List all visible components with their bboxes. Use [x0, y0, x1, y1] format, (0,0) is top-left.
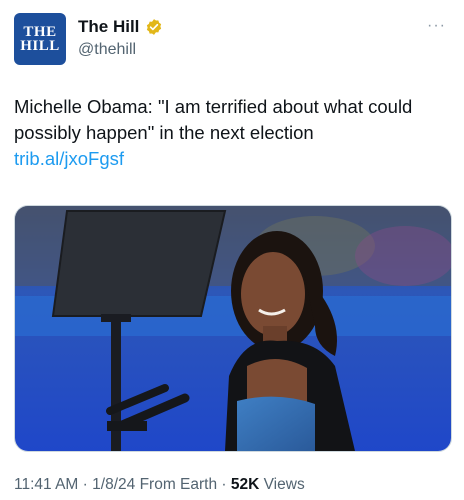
- display-name[interactable]: The Hill: [78, 17, 139, 37]
- handle[interactable]: @thehill: [78, 41, 136, 59]
- tweet-body: Michelle Obama: "I am terrified about wh…: [14, 96, 413, 143]
- tweet-source: From Earth: [139, 476, 218, 493]
- tweet-date[interactable]: 1/8/24: [92, 476, 135, 493]
- verified-badge-icon: [147, 19, 162, 35]
- avatar-line-2: HILL: [20, 38, 60, 54]
- tweet-metadata: 11:41 AM · 1/8/24 From Earth · 52K Views: [14, 476, 305, 494]
- tweet-header: THE HILL The Hill @thehill ···: [14, 13, 450, 69]
- avatar-line-1: THE: [23, 24, 57, 40]
- tweet-text: Michelle Obama: "I am terrified about wh…: [14, 94, 450, 172]
- views-count: 52K: [230, 476, 260, 493]
- more-options-icon[interactable]: ···: [427, 17, 446, 35]
- photo-illustration: [15, 206, 451, 451]
- avatar[interactable]: THE HILL: [14, 13, 66, 65]
- tweet-time[interactable]: 11:41 AM: [14, 476, 78, 493]
- meta-separator: ·: [82, 476, 88, 493]
- views-label: Views: [263, 476, 305, 493]
- tweet-photo[interactable]: [14, 205, 452, 452]
- meta-separator: ·: [221, 476, 227, 493]
- name-row: The Hill: [78, 17, 163, 37]
- tweet-link[interactable]: trib.al/jxoFgsf: [14, 146, 450, 172]
